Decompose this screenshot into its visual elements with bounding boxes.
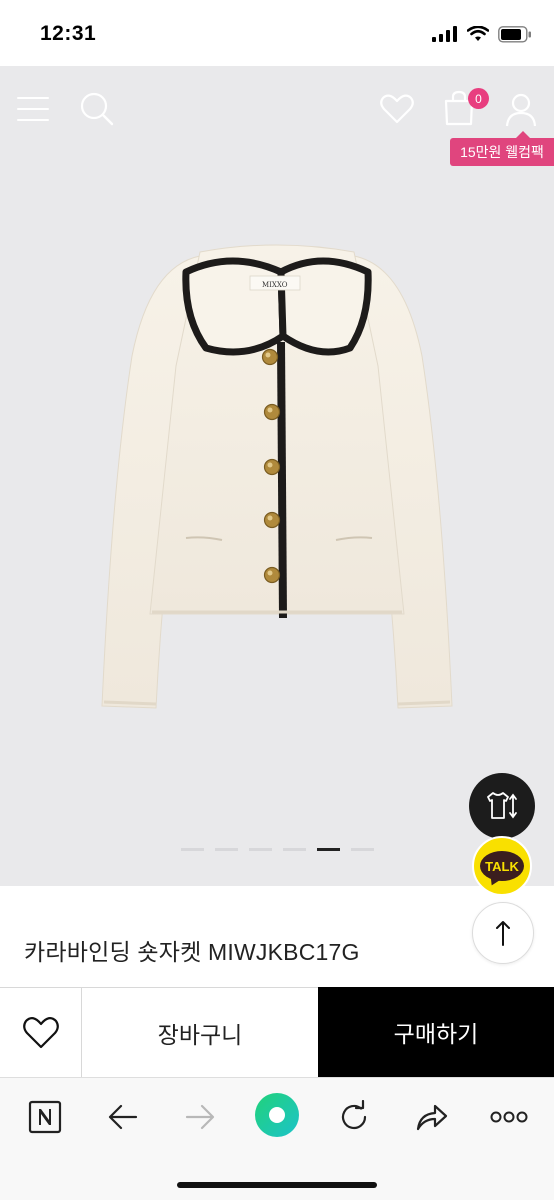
image-pager: [181, 848, 374, 851]
share-button[interactable]: [409, 1094, 455, 1140]
pager-dot[interactable]: [215, 848, 238, 851]
talk-bubble: TALK: [480, 851, 524, 881]
talk-label: TALK: [485, 858, 519, 874]
more-icon: [490, 1111, 528, 1123]
heart-icon: [22, 1016, 59, 1048]
pager-dot[interactable]: [181, 848, 204, 851]
buy-now-button[interactable]: 구매하기: [318, 987, 554, 1077]
search-icon: [80, 92, 114, 126]
forward-button[interactable]: [177, 1094, 223, 1140]
naver-home-button[interactable]: [22, 1094, 68, 1140]
menu-icon: [17, 97, 49, 121]
account-button[interactable]: [502, 90, 540, 130]
menu-button[interactable]: [14, 90, 52, 128]
status-icons: [432, 24, 532, 44]
share-icon: [416, 1104, 448, 1131]
jacket-illustration: MIXXO: [101, 244, 453, 709]
purchase-action-bar: 장바구니 구매하기: [0, 987, 554, 1077]
pager-dot[interactable]: [283, 848, 306, 851]
back-button[interactable]: [100, 1094, 146, 1140]
green-dot-button[interactable]: [253, 1091, 301, 1139]
arrow-up-icon: [496, 921, 510, 946]
wifi-icon: [467, 26, 489, 41]
kakao-talk-button[interactable]: TALK: [472, 836, 532, 896]
welcome-pack-tag[interactable]: 15만원 웰컴팩: [450, 131, 554, 166]
back-icon: [108, 1104, 138, 1130]
forward-icon: [185, 1104, 215, 1130]
cart-count-badge: 0: [468, 88, 489, 109]
battery-icon: [498, 25, 531, 43]
add-to-cart-button[interactable]: 장바구니: [82, 988, 318, 1077]
closet-icon: [487, 792, 517, 819]
signal-icon: [432, 26, 457, 42]
product-title: 카라바인딩 숏자켓 MIWJKBC17G: [24, 939, 360, 965]
closet-button[interactable]: [469, 773, 535, 839]
search-button[interactable]: [78, 90, 116, 128]
more-button[interactable]: [486, 1094, 532, 1140]
pager-dot[interactable]: [249, 848, 272, 851]
user-icon: [505, 93, 537, 127]
status-bar: 12:31: [0, 0, 554, 66]
green-dot-icon: [255, 1093, 299, 1137]
product-image[interactable]: MIXXO: [0, 66, 554, 886]
brand-label: MIXXO: [262, 281, 288, 289]
refresh-icon: [341, 1100, 367, 1130]
pager-dot-active[interactable]: [317, 848, 340, 851]
wish-button[interactable]: [0, 988, 82, 1077]
status-time: 12:31: [40, 22, 97, 45]
refresh-button[interactable]: [331, 1094, 377, 1140]
home-indicator[interactable]: [177, 1182, 377, 1188]
heart-icon: [380, 94, 414, 124]
wishlist-button[interactable]: [378, 90, 416, 128]
pager-dot[interactable]: [351, 848, 374, 851]
scroll-top-button[interactable]: [472, 902, 534, 964]
naver-n-icon: [28, 1100, 62, 1134]
